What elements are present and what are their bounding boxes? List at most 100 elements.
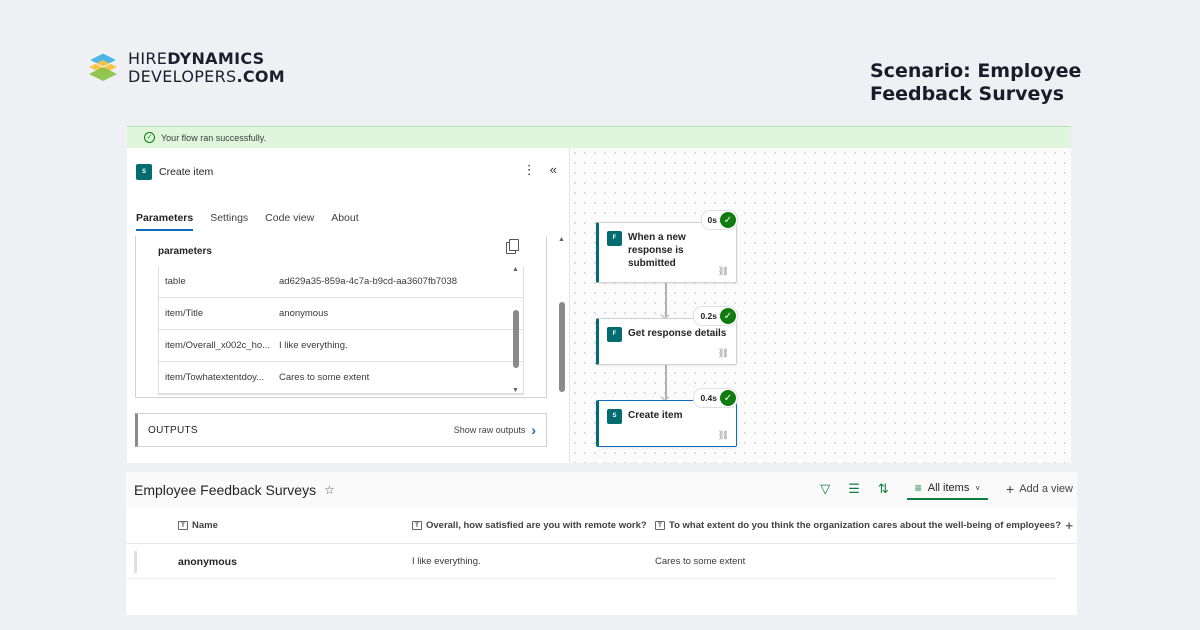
table-row: item/Towhatextentdoy... Cares to some ex…	[159, 362, 523, 394]
add-view-button[interactable]: + Add a view	[1006, 481, 1073, 497]
text-column-icon: T	[655, 521, 665, 530]
brand-com: .COM	[236, 67, 285, 86]
link-icon: ⛓	[717, 430, 729, 440]
copy-icon[interactable]	[506, 239, 519, 254]
brand-developers: DEVELOPERS	[128, 67, 237, 86]
view-label: All items	[927, 482, 970, 494]
success-banner: ✓ Your flow ran successfully.	[127, 126, 1071, 148]
sharepoint-icon: S	[607, 409, 622, 424]
check-icon: ✓	[720, 390, 736, 406]
brand: HIREDYNAMICS DEVELOPERS.COM	[86, 50, 285, 86]
scroll-thumb[interactable]	[559, 302, 565, 392]
text-column-icon: T	[178, 521, 188, 530]
connector-arrow	[665, 283, 667, 317]
column-headers: T Name T Overall, how satisfied are you …	[126, 508, 1077, 544]
panel-actions: ⋮ «	[523, 162, 557, 178]
node-title: When a new response is submitted	[628, 232, 686, 269]
panel-header: S Create item	[136, 164, 213, 180]
connector-arrow	[665, 365, 667, 399]
banner-text: Your flow ran successfully.	[161, 132, 267, 143]
scroll-thumb[interactable]	[513, 310, 519, 368]
table-row: item/Overall_x002c_ho... I like everythi…	[159, 330, 523, 362]
sharepoint-icon: S	[136, 164, 152, 180]
outputs-title: OUTPUTS	[148, 424, 198, 436]
param-key: item/Overall_x002c_ho...	[165, 340, 271, 351]
brand-hire: HIRE	[128, 49, 168, 68]
column-header-q2[interactable]: T To what extent do you think the organi…	[655, 520, 1061, 531]
cell-q2: Cares to some extent	[655, 556, 746, 567]
brand-dynamics: DYNAMICS	[167, 49, 265, 68]
show-raw-label: Show raw outputs	[453, 425, 526, 435]
create-item-node[interactable]: 0.4s ✓ S Create item ⛓	[596, 388, 738, 447]
panel-title: Create item	[159, 166, 214, 178]
check-icon: ✓	[720, 308, 736, 324]
forms-icon: F	[607, 327, 622, 342]
link-icon: ⛓	[717, 266, 729, 276]
panel-scrollbar[interactable]: ▲	[557, 236, 567, 406]
duration-text: 0.4s	[700, 393, 717, 403]
tab-settings[interactable]: Settings	[210, 212, 248, 231]
outputs-section[interactable]: OUTPUTS Show raw outputs ›	[135, 413, 547, 447]
inner-scrollbar[interactable]: ▲ ▼	[512, 266, 520, 394]
flow-run-view: ✓ Your flow ran successfully. S Create i…	[127, 126, 1071, 463]
scroll-down-icon[interactable]: ▼	[512, 387, 519, 394]
table-row: table ad629a35-859a-4c7a-b9cd-aa3607fb70…	[159, 266, 523, 298]
scroll-up-icon[interactable]: ▲	[512, 266, 519, 273]
column-label: Overall, how satisfied are you with remo…	[426, 520, 647, 531]
star-icon[interactable]: ☆	[324, 483, 335, 497]
parameters-table: table ad629a35-859a-4c7a-b9cd-aa3607fb70…	[158, 266, 524, 395]
brand-name: HIREDYNAMICS DEVELOPERS.COM	[128, 50, 285, 86]
link-icon: ⛓	[717, 348, 729, 358]
table-row: item/Title anonymous	[159, 298, 523, 330]
duration-text: 0.2s	[700, 311, 717, 321]
duration-text: 0s	[707, 215, 717, 225]
sort-icon[interactable]: ⇅	[878, 481, 889, 497]
filter-icon[interactable]: ▽	[820, 481, 830, 497]
param-key: item/Towhatextentdoy...	[165, 372, 265, 383]
show-raw-outputs-link[interactable]: Show raw outputs ›	[454, 422, 536, 438]
param-key: item/Title	[165, 308, 204, 319]
duration-badge: 0.4s ✓	[693, 388, 738, 408]
row-selector[interactable]	[134, 551, 137, 573]
add-column-icon[interactable]: +	[1065, 518, 1073, 533]
duration-badge: 0.2s ✓	[693, 306, 738, 326]
param-value: ad629a35-859a-4c7a-b9cd-aa3607fb7038	[279, 276, 458, 287]
panel-tabs: Parameters Settings Code view About	[136, 212, 359, 231]
view-list-icon: ≡	[914, 481, 922, 495]
param-value: Cares to some extent	[279, 372, 370, 383]
forms-icon: F	[607, 231, 622, 246]
column-header-name[interactable]: T Name	[178, 520, 218, 531]
more-vertical-icon[interactable]: ⋮	[523, 162, 536, 178]
tab-about[interactable]: About	[331, 212, 358, 231]
view-selector[interactable]: ≡ All items ˅	[906, 478, 988, 500]
parameters-title: parameters	[158, 246, 212, 257]
duration-badge: 0s ✓	[700, 210, 738, 230]
cell-q1: I like everything.	[412, 556, 481, 567]
chevron-right-icon: ›	[531, 422, 536, 438]
trigger-node[interactable]: 0s ✓ F When a new response is submitted …	[596, 210, 738, 283]
plus-icon: +	[1006, 481, 1015, 497]
tab-parameters[interactable]: Parameters	[136, 212, 194, 231]
param-value: I like everything.	[279, 340, 348, 351]
param-key: table	[165, 276, 186, 287]
sharepoint-list: Employee Feedback Surveys ☆ ▽ ☰ ⇅ ≡ All …	[126, 472, 1077, 615]
tab-code-view[interactable]: Code view	[265, 212, 314, 231]
parameters-section: parameters table ad629a35-859a-4c7a-b9cd…	[135, 236, 547, 398]
table-row[interactable]: anonymous I like everything. Cares to so…	[126, 545, 1056, 579]
scenario-title: Scenario: Employee Feedback Surveys	[870, 60, 1082, 105]
node-title: Get response details	[628, 328, 727, 339]
group-by-icon[interactable]: ☰	[848, 481, 860, 497]
column-header-q1[interactable]: T Overall, how satisfied are you with re…	[412, 520, 647, 531]
double-chevron-left-icon[interactable]: «	[550, 162, 557, 178]
param-value: anonymous	[279, 308, 329, 319]
text-column-icon: T	[412, 521, 422, 530]
list-title: Employee Feedback Surveys	[134, 482, 317, 498]
check-icon: ✓	[720, 212, 736, 228]
add-view-label: Add a view	[1019, 483, 1073, 495]
get-details-node[interactable]: 0.2s ✓ F Get response details ⛓	[596, 306, 738, 365]
list-toolbar: ▽ ☰ ⇅ ≡ All items ˅ + Add a view	[820, 478, 1073, 500]
scroll-up-icon[interactable]: ▲	[558, 236, 565, 243]
action-details-panel: S Create item ⋮ « Parameters Settings Co…	[127, 148, 570, 463]
cell-name[interactable]: anonymous	[178, 556, 237, 568]
column-label: To what extent do you think the organiza…	[669, 520, 1062, 531]
